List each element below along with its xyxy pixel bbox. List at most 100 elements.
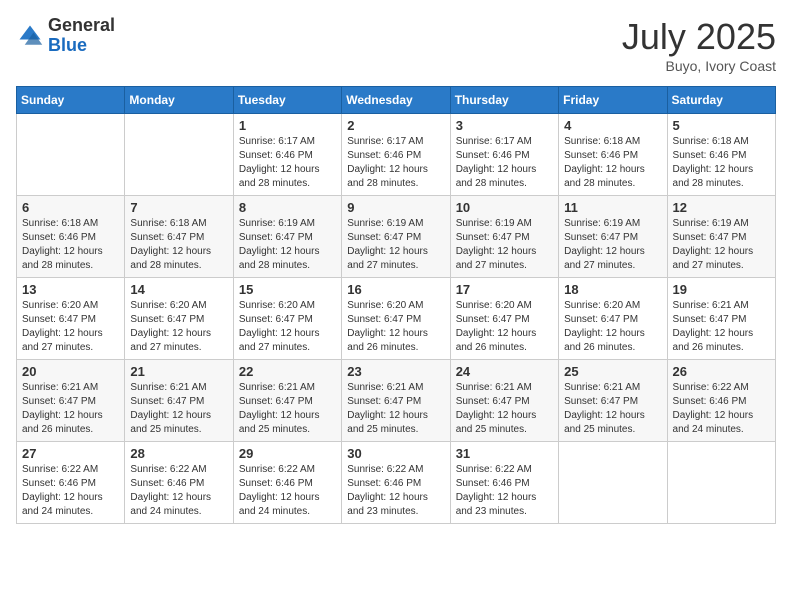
logo-general-text: General <box>48 16 115 36</box>
calendar-cell: 1 Sunrise: 6:17 AMSunset: 6:46 PMDaylight… <box>233 114 341 196</box>
calendar-cell: 7 Sunrise: 6:18 AMSunset: 6:47 PMDaylight… <box>125 196 233 278</box>
day-number: 14 <box>130 282 227 297</box>
day-number: 30 <box>347 446 444 461</box>
day-info: Sunrise: 6:18 AMSunset: 6:47 PMDaylight:… <box>130 217 227 273</box>
calendar-header-sunday: Sunday <box>17 87 125 114</box>
day-info: Sunrise: 6:20 AMSunset: 6:47 PMDaylight:… <box>347 299 444 355</box>
calendar-cell: 4 Sunrise: 6:18 AMSunset: 6:46 PMDaylight… <box>559 114 667 196</box>
day-number: 3 <box>456 118 553 133</box>
day-number: 27 <box>22 446 119 461</box>
calendar-cell: 10 Sunrise: 6:19 AMSunset: 6:47 PMDayligh… <box>450 196 558 278</box>
day-info: Sunrise: 6:17 AMSunset: 6:46 PMDaylight:… <box>456 135 553 191</box>
calendar-cell: 29Sunrise: 6:22 AMSunset: 6:46 PMDayligh… <box>233 442 341 524</box>
day-number: 4 <box>564 118 661 133</box>
day-number: 15 <box>239 282 336 297</box>
day-info: Sunrise: 6:20 AMSunset: 6:47 PMDaylight:… <box>456 299 553 355</box>
day-number: 31 <box>456 446 553 461</box>
day-info: Sunrise: 6:22 AMSunset: 6:46 PMDaylight:… <box>239 463 336 519</box>
day-info: Sunrise: 6:22 AMSunset: 6:46 PMDaylight:… <box>22 463 119 519</box>
day-info: Sunrise: 6:21 AMSunset: 6:47 PMDaylight:… <box>130 381 227 437</box>
title-block: July 2025 Buyo, Ivory Coast <box>622 16 776 74</box>
logo: General Blue <box>16 16 115 56</box>
logo-blue-text: Blue <box>48 36 115 56</box>
calendar-cell: 20 Sunrise: 6:21 AMSunset: 6:47 PMDayligh… <box>17 360 125 442</box>
day-info: Sunrise: 6:22 AMSunset: 6:46 PMDaylight:… <box>347 463 444 519</box>
day-info: Sunrise: 6:21 AMSunset: 6:47 PMDaylight:… <box>22 381 119 437</box>
day-number: 22 <box>239 364 336 379</box>
day-number: 6 <box>22 200 119 215</box>
calendar-cell: 24Sunrise: 6:21 AMSunset: 6:47 PMDayligh… <box>450 360 558 442</box>
day-number: 2 <box>347 118 444 133</box>
day-number: 21 <box>130 364 227 379</box>
logo-icon <box>16 22 44 50</box>
day-info: Sunrise: 6:21 AMSunset: 6:47 PMDaylight:… <box>347 381 444 437</box>
calendar-cell: 15 Sunrise: 6:20 AMSunset: 6:47 PMDayligh… <box>233 278 341 360</box>
day-info: Sunrise: 6:20 AMSunset: 6:47 PMDaylight:… <box>564 299 661 355</box>
calendar-cell: 26 Sunrise: 6:22 AMSunset: 6:46 PMDayligh… <box>667 360 775 442</box>
calendar-header-tuesday: Tuesday <box>233 87 341 114</box>
calendar-header-thursday: Thursday <box>450 87 558 114</box>
calendar-header-friday: Friday <box>559 87 667 114</box>
day-info: Sunrise: 6:20 AMSunset: 6:47 PMDaylight:… <box>239 299 336 355</box>
day-number: 1 <box>239 118 336 133</box>
calendar-cell: 27 Sunrise: 6:22 AMSunset: 6:46 PMDayligh… <box>17 442 125 524</box>
calendar-cell: 25 Sunrise: 6:21 AMSunset: 6:47 PMDayligh… <box>559 360 667 442</box>
calendar-cell: 13Sunrise: 6:20 AMSunset: 6:47 PMDayligh… <box>17 278 125 360</box>
day-info: Sunrise: 6:18 AMSunset: 6:46 PMDaylight:… <box>22 217 119 273</box>
day-info: Sunrise: 6:19 AMSunset: 6:47 PMDaylight:… <box>456 217 553 273</box>
day-info: Sunrise: 6:17 AMSunset: 6:46 PMDaylight:… <box>239 135 336 191</box>
calendar-cell <box>125 114 233 196</box>
day-number: 10 <box>456 200 553 215</box>
calendar-week-5: 27 Sunrise: 6:22 AMSunset: 6:46 PMDayligh… <box>17 442 776 524</box>
calendar-week-3: 13Sunrise: 6:20 AMSunset: 6:47 PMDayligh… <box>17 278 776 360</box>
calendar-cell: 31Sunrise: 6:22 AMSunset: 6:46 PMDayligh… <box>450 442 558 524</box>
day-number: 16 <box>347 282 444 297</box>
day-info: Sunrise: 6:21 AMSunset: 6:47 PMDaylight:… <box>456 381 553 437</box>
day-number: 12 <box>673 200 770 215</box>
day-info: Sunrise: 6:22 AMSunset: 6:46 PMDaylight:… <box>130 463 227 519</box>
day-number: 7 <box>130 200 227 215</box>
calendar-cell: 12Sunrise: 6:19 AMSunset: 6:47 PMDayligh… <box>667 196 775 278</box>
day-info: Sunrise: 6:21 AMSunset: 6:47 PMDaylight:… <box>239 381 336 437</box>
day-number: 18 <box>564 282 661 297</box>
day-info: Sunrise: 6:19 AMSunset: 6:47 PMDaylight:… <box>347 217 444 273</box>
calendar-cell: 2 Sunrise: 6:17 AMSunset: 6:46 PMDaylight… <box>342 114 450 196</box>
day-info: Sunrise: 6:18 AMSunset: 6:46 PMDaylight:… <box>673 135 770 191</box>
calendar-cell: 16 Sunrise: 6:20 AMSunset: 6:47 PMDayligh… <box>342 278 450 360</box>
day-info: Sunrise: 6:21 AMSunset: 6:47 PMDaylight:… <box>673 299 770 355</box>
calendar-week-4: 20 Sunrise: 6:21 AMSunset: 6:47 PMDayligh… <box>17 360 776 442</box>
calendar-cell: 3 Sunrise: 6:17 AMSunset: 6:46 PMDaylight… <box>450 114 558 196</box>
calendar-cell: 23 Sunrise: 6:21 AMSunset: 6:47 PMDayligh… <box>342 360 450 442</box>
calendar-cell: 28Sunrise: 6:22 AMSunset: 6:46 PMDayligh… <box>125 442 233 524</box>
day-number: 23 <box>347 364 444 379</box>
day-number: 20 <box>22 364 119 379</box>
day-number: 17 <box>456 282 553 297</box>
calendar-week-1: 1 Sunrise: 6:17 AMSunset: 6:46 PMDaylight… <box>17 114 776 196</box>
calendar-header-monday: Monday <box>125 87 233 114</box>
day-info: Sunrise: 6:17 AMSunset: 6:46 PMDaylight:… <box>347 135 444 191</box>
calendar-cell: 11Sunrise: 6:19 AMSunset: 6:47 PMDayligh… <box>559 196 667 278</box>
calendar-header-wednesday: Wednesday <box>342 87 450 114</box>
calendar-cell: 21 Sunrise: 6:21 AMSunset: 6:47 PMDayligh… <box>125 360 233 442</box>
calendar-table: SundayMondayTuesdayWednesdayThursdayFrid… <box>16 86 776 524</box>
calendar-cell: 9Sunrise: 6:19 AMSunset: 6:47 PMDaylight… <box>342 196 450 278</box>
day-number: 25 <box>564 364 661 379</box>
calendar-header-saturday: Saturday <box>667 87 775 114</box>
calendar-week-2: 6 Sunrise: 6:18 AMSunset: 6:46 PMDaylight… <box>17 196 776 278</box>
day-info: Sunrise: 6:19 AMSunset: 6:47 PMDaylight:… <box>564 217 661 273</box>
calendar-cell: 14Sunrise: 6:20 AMSunset: 6:47 PMDayligh… <box>125 278 233 360</box>
day-info: Sunrise: 6:21 AMSunset: 6:47 PMDaylight:… <box>564 381 661 437</box>
day-info: Sunrise: 6:19 AMSunset: 6:47 PMDaylight:… <box>239 217 336 273</box>
month-title: July 2025 <box>622 16 776 58</box>
calendar-cell: 5 Sunrise: 6:18 AMSunset: 6:46 PMDaylight… <box>667 114 775 196</box>
calendar-cell <box>667 442 775 524</box>
location-text: Buyo, Ivory Coast <box>622 58 776 74</box>
calendar-cell <box>17 114 125 196</box>
day-info: Sunrise: 6:18 AMSunset: 6:46 PMDaylight:… <box>564 135 661 191</box>
day-info: Sunrise: 6:22 AMSunset: 6:46 PMDaylight:… <box>673 381 770 437</box>
calendar-cell: 8Sunrise: 6:19 AMSunset: 6:47 PMDaylight… <box>233 196 341 278</box>
calendar-cell: 19 Sunrise: 6:21 AMSunset: 6:47 PMDayligh… <box>667 278 775 360</box>
day-number: 19 <box>673 282 770 297</box>
day-number: 26 <box>673 364 770 379</box>
day-number: 5 <box>673 118 770 133</box>
